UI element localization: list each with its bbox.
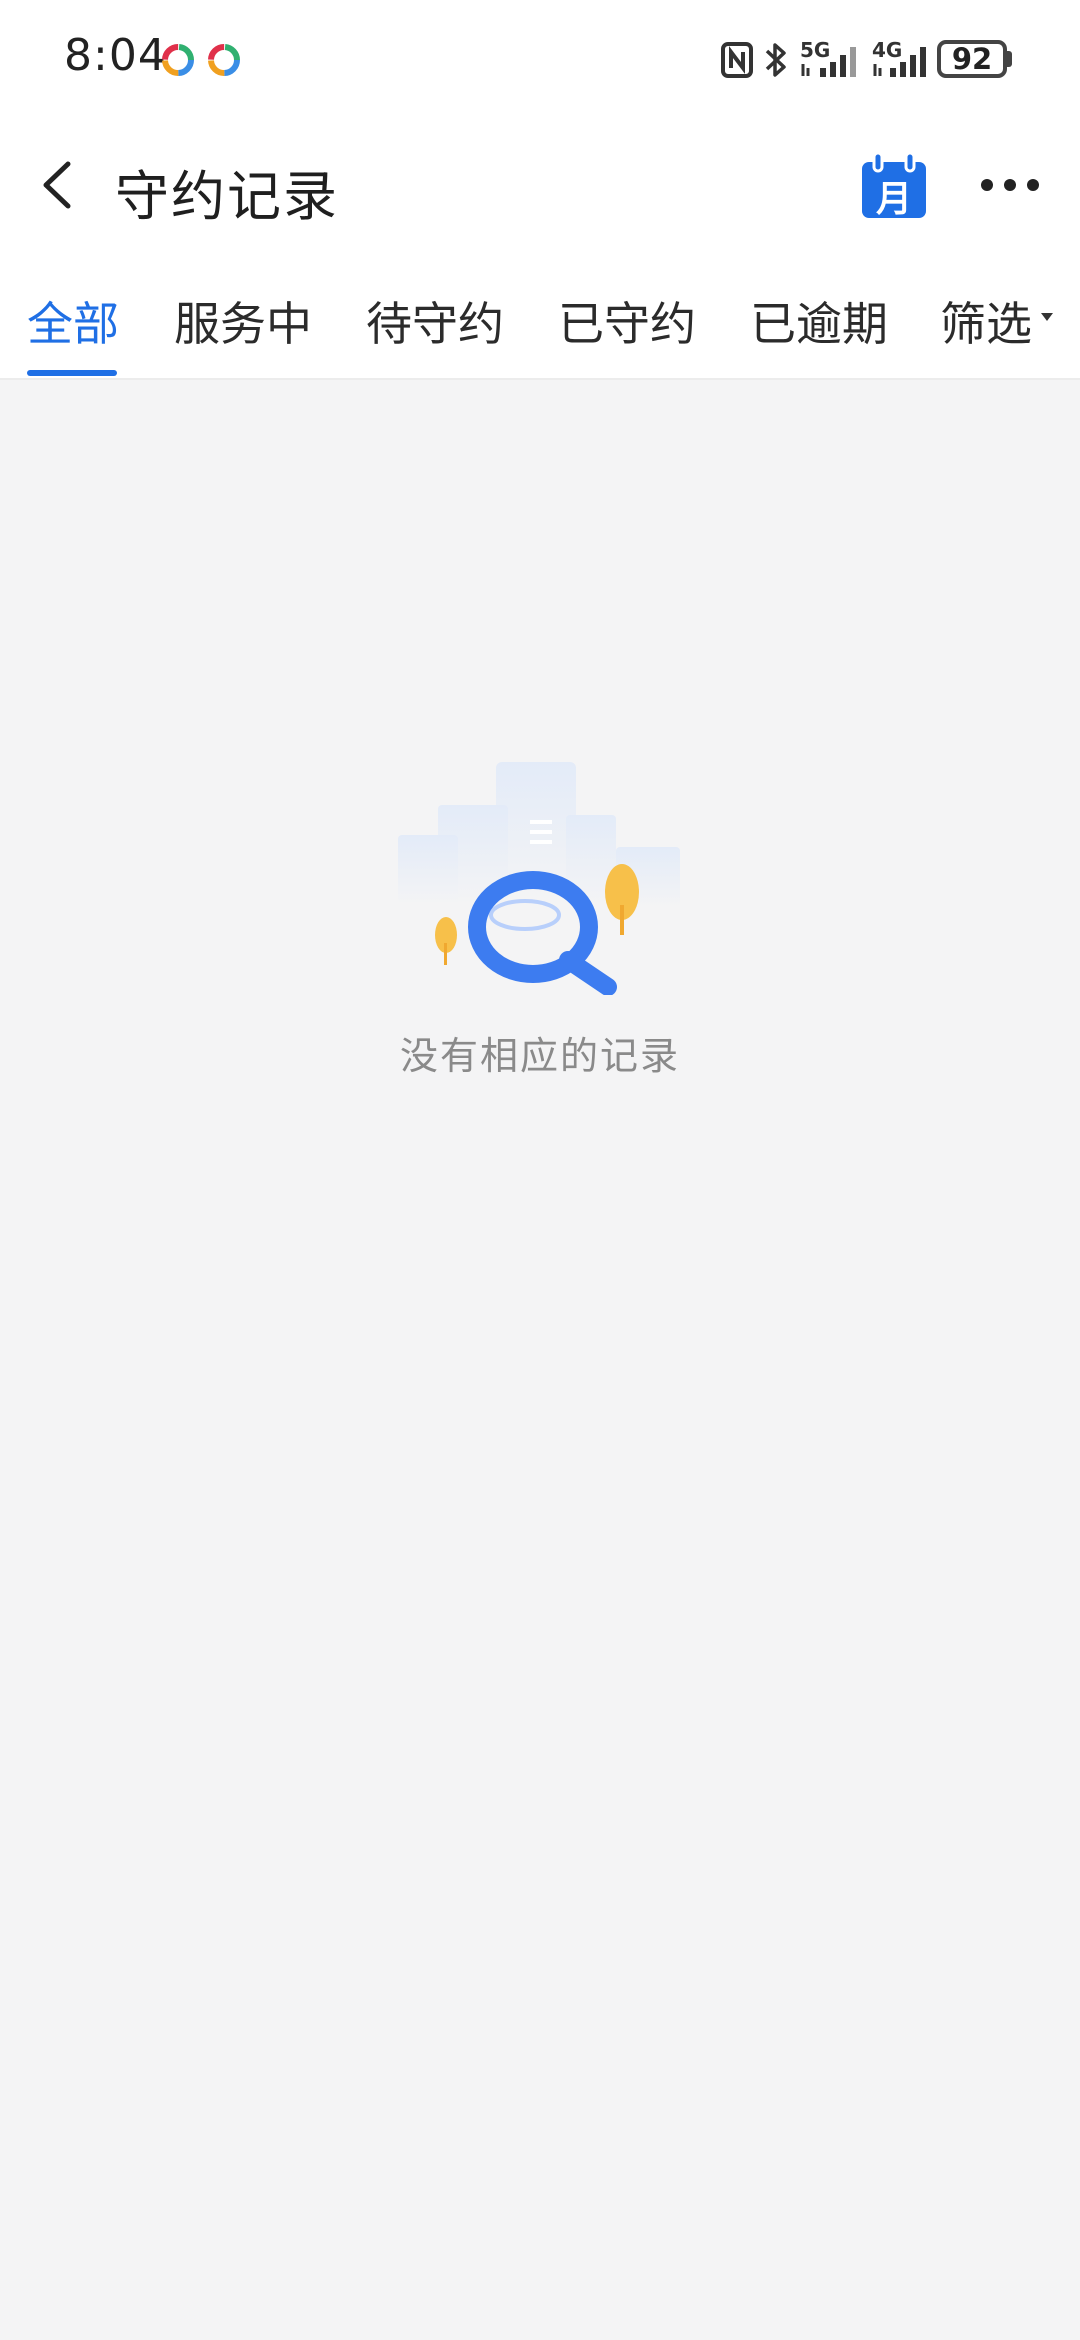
tab-overdue[interactable]: 已逾期 — [750, 288, 888, 354]
tab-filter[interactable]: 筛选 — [940, 288, 1032, 354]
battery-icon: 92 — [937, 40, 1007, 78]
bluetooth-icon — [765, 43, 786, 77]
top-panel: 8:04 5G 4G 92 守约记录 月 全部 服务中 待守约 已守约 已逾期 … — [0, 0, 1080, 380]
tab-in-service[interactable]: 服务中 — [174, 288, 312, 354]
app-notification-icon — [162, 44, 194, 76]
status-bar: 8:04 5G 4G 92 — [0, 0, 1080, 120]
tab-all[interactable]: 全部 — [27, 288, 119, 354]
battery-tip — [1007, 51, 1012, 67]
calendar-month-button[interactable]: 月 — [860, 151, 928, 220]
caret-down-icon — [1041, 313, 1053, 321]
tab-kept[interactable]: 已守约 — [558, 288, 696, 354]
more-horizontal-icon[interactable] — [970, 160, 1050, 210]
magnifier-illustration-icon — [398, 762, 680, 995]
title-bar: 守约记录 月 — [0, 130, 1080, 240]
signal-4g-icon: 4G — [872, 38, 934, 82]
calendar-label: 月 — [875, 179, 912, 220]
active-tab-indicator — [27, 370, 117, 376]
divider — [0, 378, 1080, 380]
app-notification-icon — [208, 44, 240, 76]
filter-tabs: 全部 服务中 待守约 已守约 已逾期 筛选 — [0, 270, 1080, 380]
tab-pending[interactable]: 待守约 — [366, 288, 504, 354]
page-title: 守约记录 — [115, 165, 339, 228]
chevron-left-icon[interactable] — [26, 150, 96, 220]
empty-state-message: 没有相应的记录 — [399, 1034, 680, 1078]
status-time: 8:04 — [64, 30, 167, 81]
battery-level: 92 — [951, 42, 993, 76]
signal-5g-icon: 5G — [800, 38, 866, 82]
nfc-icon — [721, 42, 753, 78]
